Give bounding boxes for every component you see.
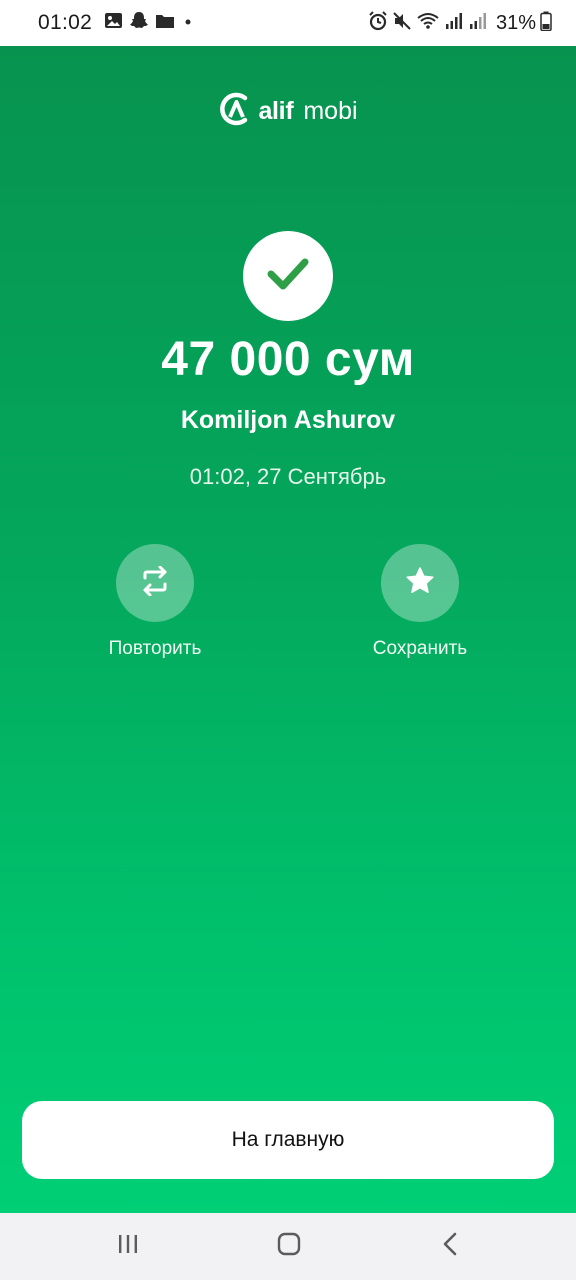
alif-mobi-logo: alif mobi <box>0 90 576 133</box>
alif-logo-icon <box>218 90 252 133</box>
back-icon <box>440 1231 460 1262</box>
recipient-name: Komiljon Ashurov <box>180 406 396 434</box>
alarm-icon <box>368 10 388 36</box>
home-icon <box>276 1231 302 1262</box>
check-icon <box>266 256 310 297</box>
payment-amount: 47 000 сум <box>161 333 415 386</box>
status-bar: 01:02 31% <box>0 0 576 46</box>
signal-icon <box>468 11 488 36</box>
success-screen: alif mobi 47 000 сум Komiljon Ashurov 01:… <box>0 46 576 1213</box>
image-icon <box>104 12 123 34</box>
wifi-icon <box>416 11 440 36</box>
star-icon <box>406 567 434 599</box>
status-left-icons <box>104 11 195 35</box>
battery-percent: 31% <box>495 11 536 34</box>
repeat-label[interactable]: Повторить <box>109 638 202 660</box>
save-label[interactable]: Сохранить <box>373 638 467 660</box>
save-button[interactable]: Сохранить <box>340 544 500 660</box>
save-circle[interactable] <box>381 544 459 622</box>
recent-apps-button[interactable] <box>112 1231 144 1261</box>
signal-icon <box>444 11 464 36</box>
logo-product: mobi <box>303 97 358 125</box>
transaction-datetime: 01:02, 27 Сентябрь <box>189 464 387 489</box>
battery-icon <box>540 11 552 36</box>
recent-apps-icon <box>116 1232 140 1261</box>
system-nav-bar <box>0 1213 576 1280</box>
go-home-button[interactable]: На главную <box>22 1101 554 1179</box>
dot-icon <box>181 14 195 32</box>
folder-icon <box>155 13 175 34</box>
mute-icon <box>392 11 412 36</box>
status-right-icons: 31% <box>368 10 552 36</box>
repeat-button[interactable]: Повторить <box>75 544 235 660</box>
snapchat-icon <box>129 11 149 35</box>
home-nav-button[interactable] <box>273 1231 305 1261</box>
repeat-circle[interactable] <box>116 544 194 622</box>
status-time: 01:02 <box>38 11 93 34</box>
success-badge <box>243 231 333 321</box>
repeat-icon <box>138 565 172 601</box>
back-nav-button[interactable] <box>434 1231 466 1261</box>
logo-brand: alif <box>258 97 294 125</box>
